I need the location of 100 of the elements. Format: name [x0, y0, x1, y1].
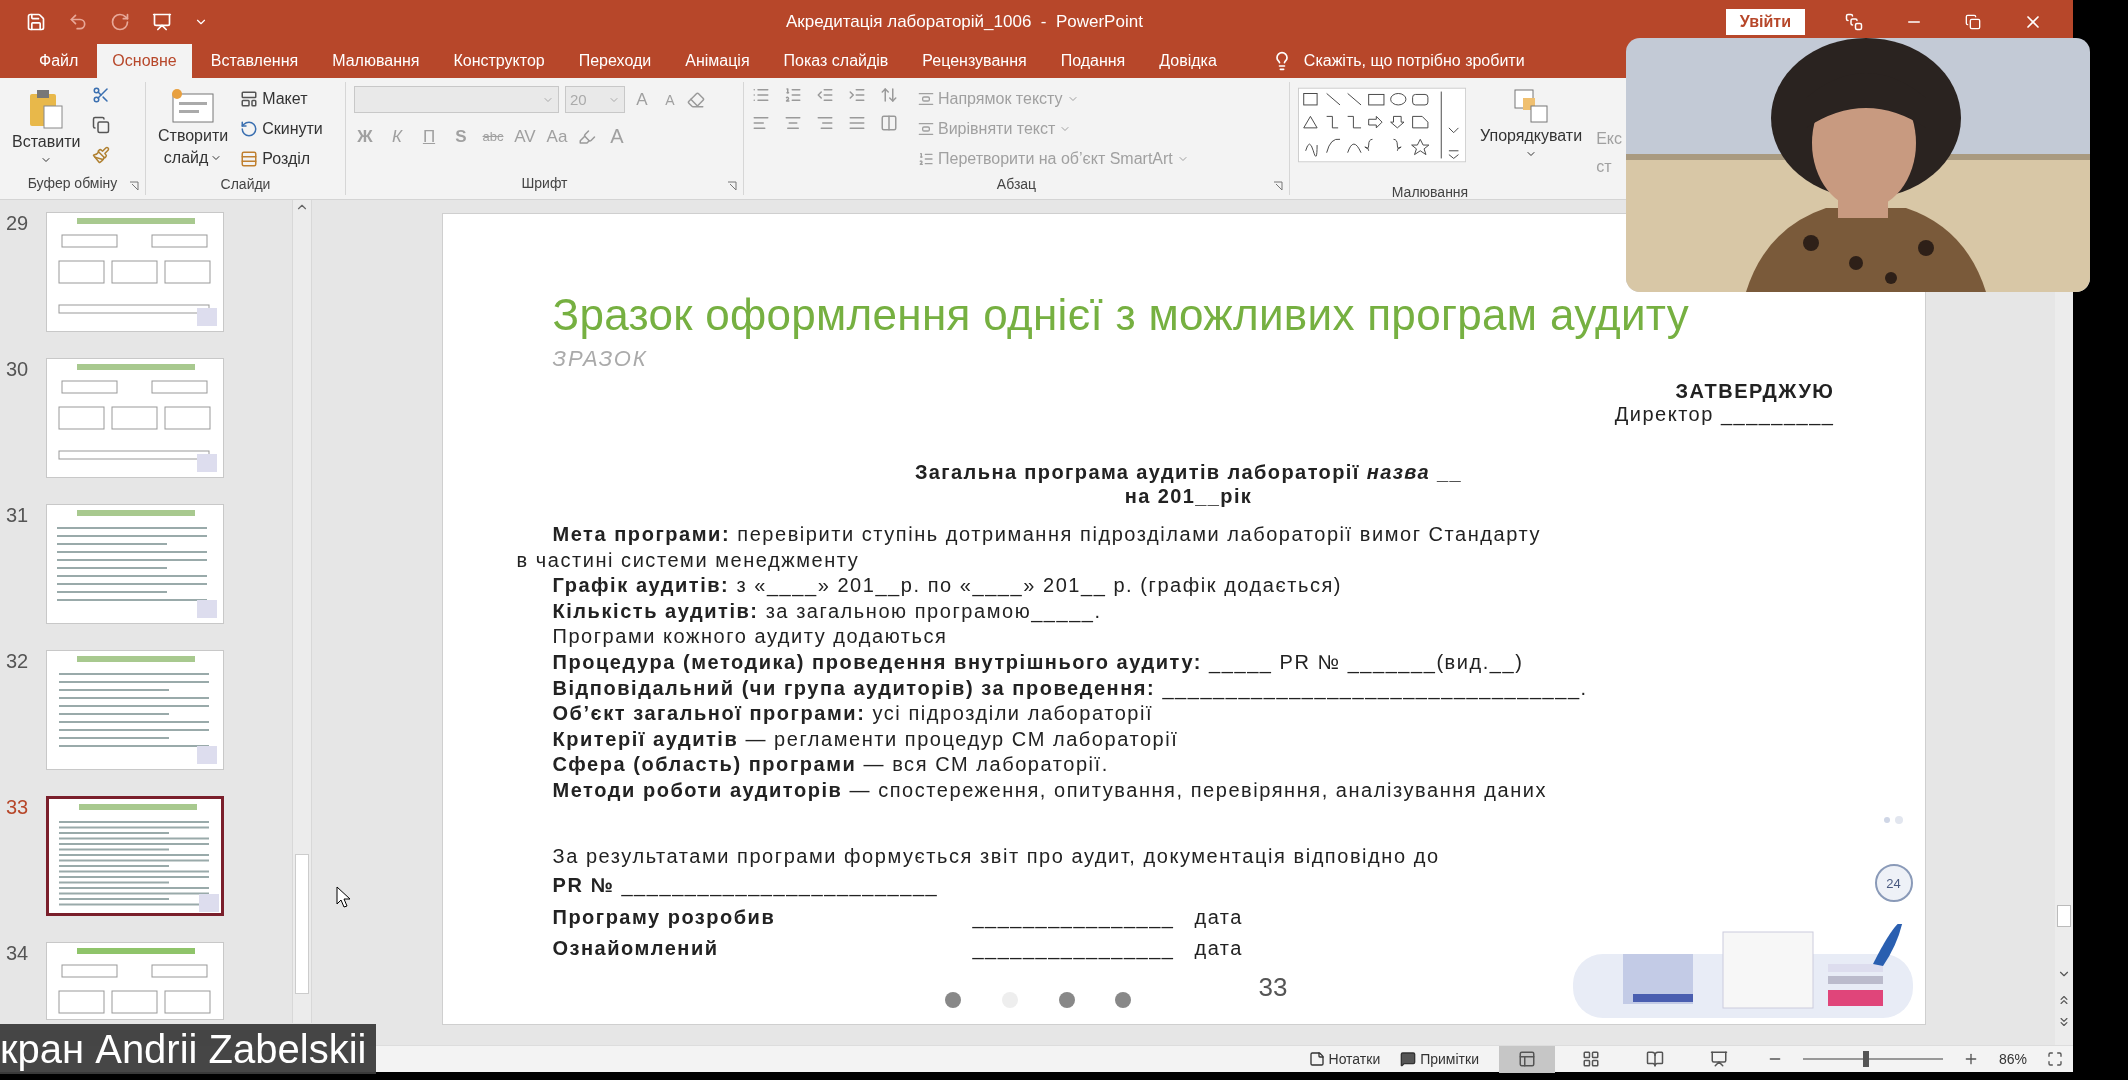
reset-button[interactable]: Скинути: [240, 116, 323, 142]
ribbon-tab[interactable]: Вставлення: [195, 44, 314, 78]
previous-slide-icon[interactable]: [2057, 993, 2071, 1007]
copy-icon[interactable]: [92, 116, 111, 134]
line-spacing-icon[interactable]: [880, 86, 898, 104]
program-item: Кількість аудитів: за загальною програмою_____.: [552, 598, 1103, 625]
director-line: Директор _________: [1614, 403, 1835, 426]
clear-formatting-icon[interactable]: [687, 90, 705, 109]
highlighter-icon[interactable]: [578, 127, 596, 146]
ribbon-display-icon[interactable]: [1845, 13, 1863, 31]
arrange-button[interactable]: Упорядкувати: [1476, 86, 1587, 162]
ribbon-tab[interactable]: Рецензування: [907, 44, 1042, 78]
program-item: Критерії аудитів — регламенти процедур СМ лабораторії: [552, 726, 1180, 752]
new-slide-icon: [171, 88, 216, 124]
group-label: Абзац: [996, 176, 1037, 194]
program-item: Сфера (область) програми — вся СМ лабораторії.: [552, 752, 1110, 778]
ribbon-tab[interactable]: Подання: [1045, 44, 1141, 78]
sign-in-button[interactable]: Увійти: [1725, 9, 1805, 35]
restore-icon[interactable]: [1965, 14, 1981, 30]
result-text: За результатами програми формується звіт про аудит, документація відповідно до: [552, 843, 1441, 869]
comments-button[interactable]: Примітки: [1400, 1046, 1479, 1072]
group-label: Шрифт: [521, 175, 568, 193]
hour-badge: 24: [1874, 864, 1913, 902]
layout-button[interactable]: Макет: [240, 86, 323, 112]
program-heading: Загальна програма аудитів лабораторії назва __ на 201__рік: [914, 460, 1463, 508]
program-item: Об’єкт загальної програми: усі підрозділи лабораторії: [552, 701, 1155, 727]
align-text-icon: [918, 121, 934, 137]
numbering-icon[interactable]: [784, 86, 802, 104]
dialog-launcher-icon[interactable]: [727, 181, 737, 191]
align-right-icon[interactable]: [816, 114, 834, 132]
scroll-thumb[interactable]: [295, 854, 309, 994]
group-label: Буфер обміну: [27, 175, 118, 193]
dialog-launcher-icon[interactable]: [1273, 181, 1283, 191]
signature-label: Ознайомлений: [552, 935, 720, 961]
tell-me-field[interactable]: Скажіть, що потрібно зробити: [1303, 52, 1525, 70]
text-direction-icon: [918, 91, 934, 107]
increase-indent-icon[interactable]: [848, 86, 866, 104]
group-label: Слайди: [220, 176, 271, 194]
program-item: Графік аудитів: з «____» 201__р. по «____» 201__ р. (графік додається): [552, 573, 1344, 599]
dialog-launcher-icon[interactable]: [129, 181, 139, 191]
paste-button[interactable]: Вставити: [8, 86, 85, 168]
slide-thumbnail[interactable]: [46, 796, 224, 916]
approval-heading: ЗАТВЕРДЖУЮ: [1675, 380, 1835, 403]
shapes-gallery-drawing[interactable]: [1298, 86, 1467, 164]
ribbon-tab[interactable]: Основне: [97, 44, 192, 78]
slide-subtitle: ЗРАЗОК: [552, 346, 649, 372]
section-button[interactable]: Розділ: [240, 146, 323, 172]
smartart-icon: [918, 151, 934, 167]
section-icon: [240, 150, 259, 168]
align-center-icon[interactable]: [784, 114, 802, 132]
comment-icon: [1400, 1051, 1417, 1067]
mouse-cursor-icon: [336, 886, 352, 908]
slide-show-icon[interactable]: [1709, 1050, 1728, 1068]
program-item: Програми кожного аудиту додаються: [552, 624, 949, 650]
font-name-field[interactable]: [354, 86, 559, 113]
redo-icon[interactable]: [110, 12, 130, 32]
presentation-icon[interactable]: [152, 12, 172, 32]
slide-sorter-icon[interactable]: [1581, 1050, 1600, 1068]
reset-icon: [240, 120, 259, 138]
signature-blank: ________________: [972, 904, 1176, 930]
window-title: Акредитація лабораторій_1006 - PowerPoint: [786, 12, 1144, 32]
slide-page-number: 33: [1258, 972, 1288, 1003]
program-item: Методи роботи аудиторів — спостереження, опитування, перевіряння, аналізування даних: [552, 777, 1549, 803]
columns-icon[interactable]: [880, 114, 898, 132]
decrease-indent-icon[interactable]: [816, 86, 834, 104]
arrange-icon: [1513, 88, 1550, 124]
next-slide-icon[interactable]: [2057, 1015, 2071, 1029]
undo-icon[interactable]: [68, 12, 88, 32]
align-left-icon[interactable]: [752, 114, 770, 132]
new-slide-button[interactable]: Створити слайд: [154, 86, 233, 170]
signature-label: Програму розробив: [552, 904, 777, 930]
layout-icon: [240, 90, 259, 108]
justify-icon[interactable]: [848, 114, 866, 132]
bullets-icon[interactable]: [752, 86, 770, 104]
ribbon-tab[interactable]: Конструктор: [438, 44, 560, 78]
notes-icon: [1308, 1051, 1325, 1067]
ribbon-tab[interactable]: Довідка: [1144, 44, 1232, 78]
format-painter-icon[interactable]: [92, 146, 111, 164]
dots-icon: [1882, 814, 1905, 826]
clipboard-icon: [28, 88, 65, 130]
date-label: дата: [1194, 935, 1244, 961]
group-label: Малювання: [1391, 184, 1469, 200]
ribbon-tab[interactable]: Показ слайдів: [768, 44, 904, 78]
slide-title: Зразок оформлення однієї з можливих програм аудиту: [552, 290, 1691, 340]
normal-view-icon[interactable]: [1517, 1050, 1536, 1068]
ribbon-tab[interactable]: Файл: [24, 44, 94, 78]
reading-view-icon[interactable]: [1645, 1050, 1664, 1068]
cut-icon[interactable]: [92, 86, 111, 104]
save-icon[interactable]: [26, 12, 46, 32]
ribbon-tab[interactable]: Переходи: [563, 44, 667, 78]
zoom-thumb[interactable]: [1862, 1051, 1869, 1067]
fit-to-window-icon[interactable]: [2047, 1051, 2063, 1067]
ribbon-tab[interactable]: Малювання: [317, 44, 435, 78]
program-item: Процедура (методика) проведення внутрішнього аудиту: _____ PR № _______(вид.__): [552, 649, 1525, 676]
notes-button[interactable]: Нотатки: [1308, 1046, 1381, 1072]
scroll-thumb[interactable]: [2057, 905, 2071, 927]
zoom-level[interactable]: 86%: [1998, 1051, 2027, 1067]
thumbnail-scrollbar[interactable]: [292, 200, 312, 1023]
ribbon-tab[interactable]: Анімація: [670, 44, 765, 78]
date-label: дата: [1194, 904, 1244, 930]
